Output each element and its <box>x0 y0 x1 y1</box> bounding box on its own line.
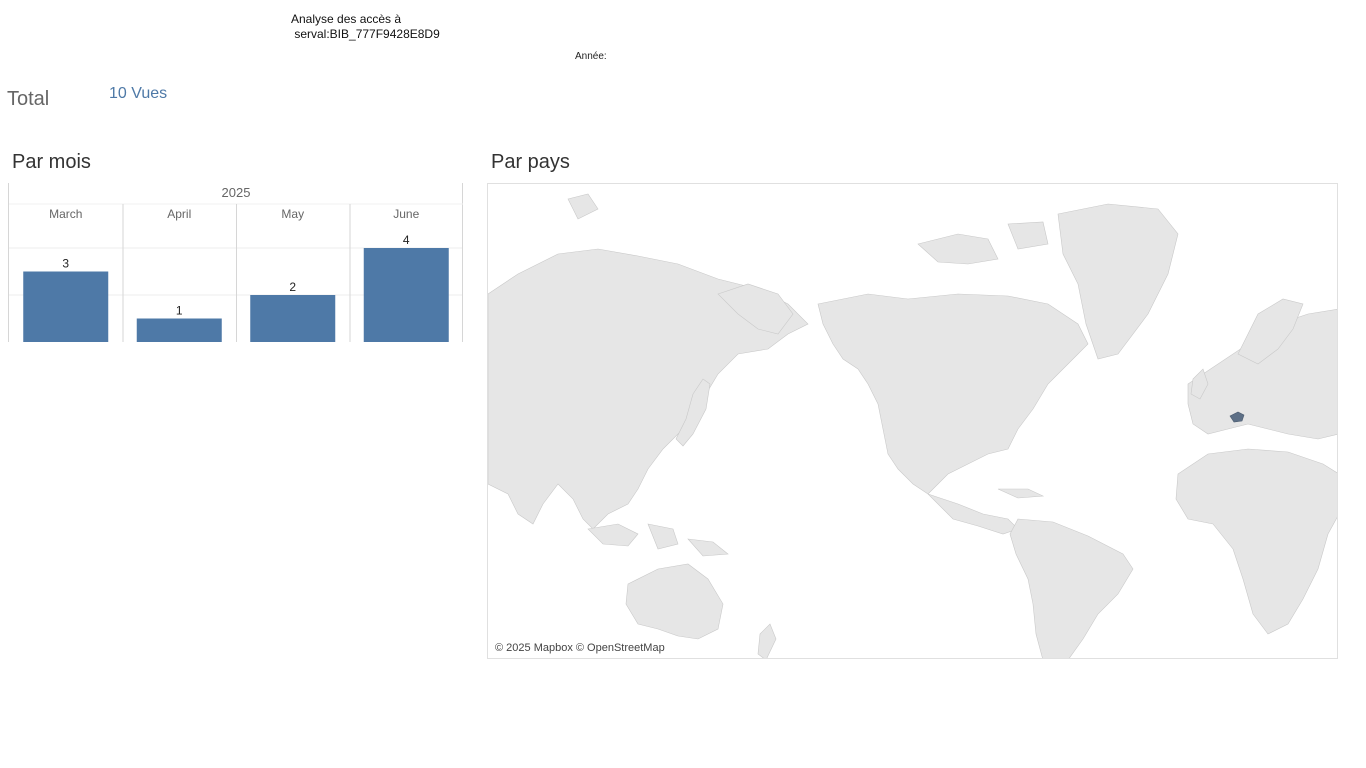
monthly-views-bar-chart: 2025 March 3 April 1 May 2 June 4 <box>8 183 464 345</box>
by-country-title: Par pays <box>491 151 570 173</box>
bar-value-label: 1 <box>176 304 183 318</box>
world-map[interactable]: © 2025 Mapbox © OpenStreetMap <box>487 183 1338 659</box>
month-label: June <box>393 207 419 221</box>
bar-value-label: 4 <box>403 233 410 247</box>
dashboard-title: Analyse des accès à serval:BIB_777F9428E… <box>291 12 440 41</box>
total-label: Total <box>7 88 50 110</box>
total-views-value: 10 Vues <box>109 85 168 102</box>
month-label: April <box>167 207 191 221</box>
bar-june[interactable] <box>363 248 449 342</box>
bar-value-label: 2 <box>289 280 296 294</box>
bar-value-label: 3 <box>62 257 69 271</box>
bar-april[interactable] <box>136 318 222 343</box>
map-attribution[interactable]: © 2025 Mapbox © OpenStreetMap <box>495 642 665 654</box>
map-canvas[interactable] <box>488 184 1338 659</box>
bar-may[interactable] <box>250 295 336 342</box>
bar-march[interactable] <box>23 271 109 343</box>
month-label: May <box>281 207 304 221</box>
year-header: 2025 <box>222 185 251 200</box>
month-label: March <box>49 207 82 221</box>
by-month-title: Par mois <box>12 151 91 173</box>
bar-chart-canvas: 2025 March 3 April 1 May 2 June 4 <box>8 183 463 343</box>
year-filter-label[interactable]: Année: <box>575 51 607 62</box>
